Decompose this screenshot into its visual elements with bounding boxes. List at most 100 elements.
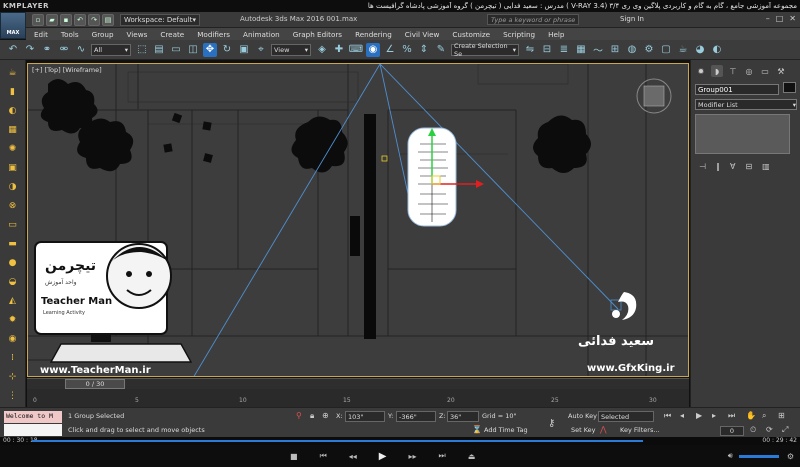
modifier-stack[interactable] <box>695 114 790 154</box>
snaps-toggle-icon[interactable]: ◉ <box>366 42 380 57</box>
volume-slider[interactable] <box>738 454 779 458</box>
link-icon[interactable]: ⚭ <box>40 43 54 57</box>
vray-light-icon[interactable]: ▮ <box>6 85 20 99</box>
sign-in-link[interactable]: Sign In <box>620 15 644 23</box>
menu-animation[interactable]: Animation <box>243 30 280 39</box>
add-time-tag-button[interactable]: Add Time Tag <box>484 426 528 434</box>
unlink-icon[interactable]: ⚮ <box>57 43 71 57</box>
redo-icon[interactable]: ↷ <box>88 13 100 26</box>
vray-toolbar-more-icon[interactable]: ⋮ <box>6 389 20 403</box>
undo-icon[interactable]: ↶ <box>6 43 20 57</box>
menu-scripting[interactable]: Scripting <box>503 30 535 39</box>
key-filters-button[interactable]: Key Filters... <box>620 426 660 434</box>
project-folder-icon[interactable]: ▤ <box>102 13 114 26</box>
modify-tab-icon[interactable]: ◗ <box>711 65 723 77</box>
maximize-viewport-icon[interactable]: ⤢ <box>782 425 788 435</box>
next-icon[interactable]: ⏭ <box>439 451 446 461</box>
selection-region-icon[interactable]: ▭ <box>169 43 183 57</box>
display-tab-icon[interactable]: ▭ <box>759 65 771 77</box>
render-production-icon[interactable]: ☕ <box>676 43 690 57</box>
set-key-button[interactable]: Set Key <box>571 426 596 434</box>
align-icon[interactable]: ⊟ <box>540 43 554 57</box>
reference-coordinate-dropdown[interactable]: View ▾ <box>271 43 311 56</box>
hierarchy-tab-icon[interactable]: ⊤ <box>727 65 739 77</box>
menu-create[interactable]: Create <box>160 30 184 39</box>
pan-view-icon[interactable]: ✋ <box>746 411 756 420</box>
menu-civil-view[interactable]: Civil View <box>405 30 440 39</box>
select-manipulate-icon[interactable]: ✚ <box>332 43 346 57</box>
go-to-start-icon[interactable]: ⏮ <box>664 411 671 421</box>
select-scale-icon[interactable]: ▣ <box>237 43 251 57</box>
settings-icon[interactable]: ⚙ <box>787 452 794 461</box>
key-selection-dropdown[interactable]: Selected <box>598 411 654 422</box>
vray-ies-icon[interactable]: ✺ <box>6 142 20 156</box>
current-frame-field[interactable]: 0 <box>720 426 744 436</box>
object-color-swatch[interactable] <box>783 82 796 93</box>
play-icon[interactable]: ▶ <box>379 451 387 462</box>
vray-physical-camera-icon[interactable]: ◑ <box>6 180 20 194</box>
pivot-center-icon[interactable]: ◈ <box>315 43 329 57</box>
selection-lock-icon[interactable]: 🔒︎ <box>310 411 314 421</box>
go-to-end-icon[interactable]: ⏭ <box>728 411 735 421</box>
save-file-icon[interactable]: ▪ <box>60 13 72 26</box>
x-coordinate-field[interactable]: 103" <box>345 411 385 422</box>
previous-frame-icon[interactable]: ◂ <box>680 411 684 420</box>
menu-tools[interactable]: Tools <box>61 30 79 39</box>
z-coordinate-field[interactable]: 36" <box>447 411 479 422</box>
help-search-input[interactable]: Type a keyword or phrase <box>487 14 579 25</box>
vray-mesh-light-icon[interactable]: ▣ <box>6 161 20 175</box>
track-bar[interactable]: 0 5 10 15 20 25 30 <box>27 389 689 407</box>
fast-forward-icon[interactable]: ▸▸ <box>409 452 417 461</box>
rendered-frame-window-icon[interactable]: ▢ <box>659 43 673 57</box>
viewport-label[interactable]: [+] [Top] [Wireframe] <box>32 66 102 74</box>
eject-icon[interactable]: ⏏ <box>468 452 476 461</box>
zoom-extents-icon[interactable]: ⊞ <box>778 411 785 420</box>
make-unique-icon[interactable]: ∀ <box>730 162 735 171</box>
place-icon[interactable]: ⌖ <box>254 43 268 57</box>
undo-icon[interactable]: ↶ <box>74 13 86 26</box>
menu-modifiers[interactable]: Modifiers <box>197 30 230 39</box>
show-end-result-icon[interactable]: ‖ <box>716 162 720 171</box>
percent-snap-icon[interactable]: % <box>400 43 414 57</box>
teapot-icon[interactable]: ☕ <box>6 66 20 80</box>
isolate-selection-icon[interactable]: ⚲ <box>296 411 302 420</box>
redo-icon[interactable]: ↷ <box>23 43 37 57</box>
max-application-button[interactable]: MAX <box>0 12 26 39</box>
key-icon[interactable]: ⚷ <box>548 418 555 429</box>
vray-clipper-icon[interactable]: ◒ <box>6 275 20 289</box>
material-editor-icon[interactable]: ◍ <box>625 43 639 57</box>
new-file-icon[interactable]: ▫ <box>32 13 44 26</box>
vray-plane-icon[interactable]: ▭ <box>6 218 20 232</box>
selection-filter-dropdown[interactable]: All ▾ <box>91 43 131 56</box>
maxscript-input[interactable] <box>4 424 62 436</box>
minimize-icon[interactable]: – <box>766 14 770 23</box>
schematic-view-icon[interactable]: ⊞ <box>608 43 622 57</box>
menu-rendering[interactable]: Rendering <box>355 30 392 39</box>
vray-sun-icon[interactable]: ◐ <box>6 104 20 118</box>
time-tag-icon[interactable]: ⌛ <box>472 425 482 434</box>
maximize-icon[interactable]: □ <box>776 14 784 23</box>
layer-manager-icon[interactable]: ≣ <box>557 43 571 57</box>
time-slider[interactable]: 0 / 30 <box>27 378 689 389</box>
window-crossing-icon[interactable]: ◫ <box>186 43 200 57</box>
menu-customize[interactable]: Customize <box>452 30 490 39</box>
stop-icon[interactable]: ■ <box>290 452 298 461</box>
keyboard-shortcut-override-icon[interactable]: ⌨ <box>349 43 363 57</box>
menu-graph-editors[interactable]: Graph Editors <box>293 30 342 39</box>
key-tangent-icon[interactable]: ⋀ <box>600 425 607 434</box>
configure-modifier-sets-icon[interactable]: ▥ <box>762 162 770 171</box>
remove-modifier-icon[interactable]: ⊟ <box>745 162 752 171</box>
orbit-icon[interactable]: ⟳ <box>766 425 773 434</box>
vray-dome-icon[interactable]: ▦ <box>6 123 20 137</box>
select-by-name-icon[interactable]: ▤ <box>152 43 166 57</box>
vray-proxy-icon[interactable]: ⊗ <box>6 199 20 213</box>
time-configuration-icon[interactable]: ⏲ <box>750 425 756 435</box>
edit-named-selection-icon[interactable]: ✎ <box>434 43 448 57</box>
previous-icon[interactable]: ⏮ <box>320 451 327 461</box>
vray-frame-buffer-icon[interactable]: ◐ <box>710 43 724 57</box>
maxscript-listener[interactable]: Welcome to M <box>4 411 62 423</box>
close-icon[interactable]: ✕ <box>789 14 796 23</box>
vray-fur-icon[interactable]: ▬ <box>6 237 20 251</box>
graphite-tools-icon[interactable]: ▦ <box>574 43 588 57</box>
motion-tab-icon[interactable]: ◎ <box>743 65 755 77</box>
